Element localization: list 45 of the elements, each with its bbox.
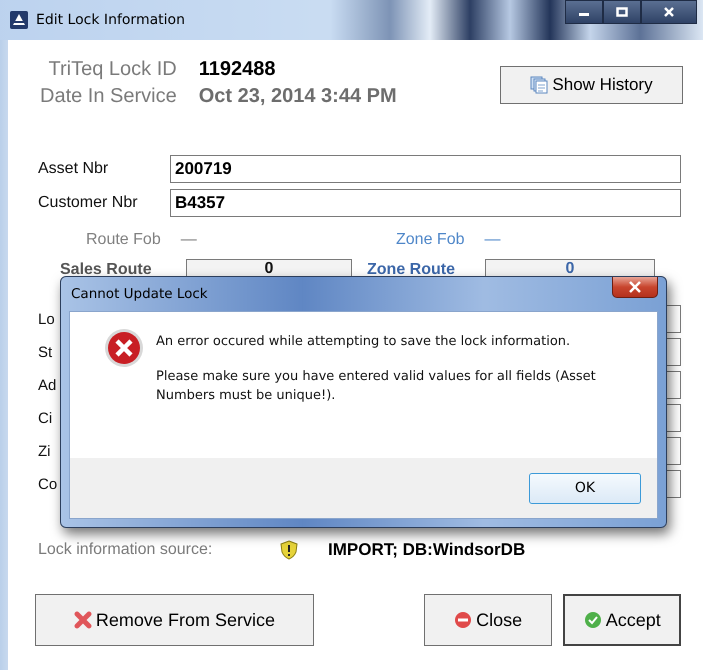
route-label: Sales Route	[60, 260, 153, 279]
field-label: Customer Nbr	[38, 194, 139, 212]
fob-label: Zone Fob	[396, 231, 464, 249]
field-label: Ad	[38, 376, 58, 394]
minimize-button[interactable]	[565, 0, 603, 24]
input-field[interactable]: 200719	[170, 155, 681, 183]
field-label: Co	[38, 476, 58, 492]
documents-icon	[530, 76, 548, 94]
app-icon	[10, 11, 28, 29]
field-label: Zi	[38, 442, 52, 460]
field-label: TriTeq Lock ID	[48, 58, 177, 81]
error-icon	[104, 328, 144, 368]
field-label: Ci	[38, 410, 54, 426]
maximize-icon	[616, 7, 628, 17]
remove-button[interactable]: Remove From Service	[35, 594, 314, 646]
fob-value: —	[180, 231, 197, 249]
field-label: St	[38, 344, 54, 360]
close-button[interactable]	[612, 277, 658, 298]
field-label: Lo	[38, 310, 56, 328]
dialog-title: Cannot Update Lock	[70, 286, 208, 302]
ok-button[interactable]: OK	[529, 472, 641, 504]
route-label: Zone Route	[367, 260, 456, 279]
date-value: Oct 23, 2014 3:44 PM	[198, 85, 397, 108]
check-circle-icon	[584, 611, 602, 629]
minus-circle-icon	[454, 611, 472, 629]
accept-button[interactable]: Accept	[563, 594, 682, 646]
source-value: IMPORT; DB:WindsorDB	[328, 540, 526, 560]
lock-id-value: 1192488	[198, 58, 276, 81]
field-label: Date In Service	[40, 85, 177, 108]
message-text: An error occured while attempting to save the lock information.	[156, 333, 572, 351]
fob-value: —	[484, 231, 500, 249]
show-history-button[interactable]: Show History	[500, 66, 683, 104]
message-text: Please make sure you have entered valid values for all fields (Asset Numbers must be unique!).	[156, 368, 597, 405]
close-button[interactable]: Close	[424, 594, 552, 646]
maximize-button[interactable]	[603, 0, 641, 24]
close-icon	[628, 281, 642, 293]
warning-shield-icon	[280, 540, 298, 560]
window-title: Edit Lock Information	[36, 12, 185, 28]
input-field[interactable]: B4357	[170, 189, 681, 217]
fob-label: Route Fob	[86, 231, 161, 249]
close-icon	[663, 7, 675, 17]
source-label: Lock information source:	[38, 541, 214, 559]
field-label: Asset Nbr	[38, 160, 110, 178]
cross-icon	[74, 611, 92, 629]
close-button[interactable]	[641, 0, 697, 24]
